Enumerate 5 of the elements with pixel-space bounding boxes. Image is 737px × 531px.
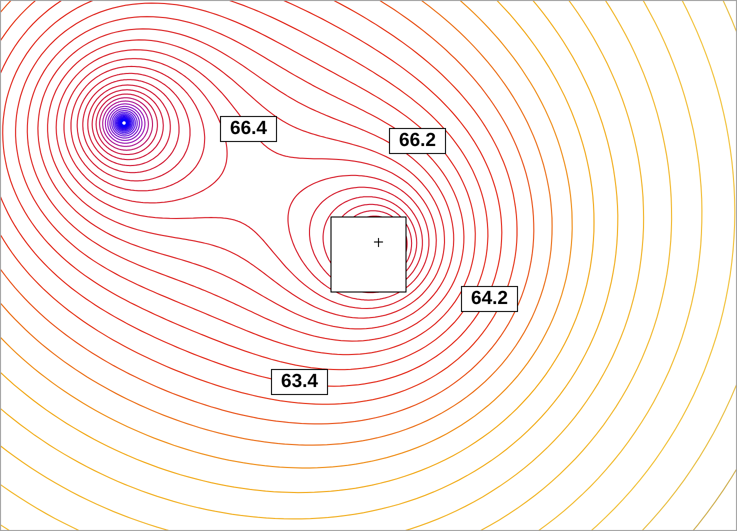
contour-label: 66.2 — [389, 128, 446, 154]
contour-label: 63.4 — [271, 369, 328, 395]
contour-label: 66.4 — [220, 116, 277, 142]
crosshair-icon — [374, 238, 384, 248]
contour-label: 64.2 — [461, 286, 518, 312]
